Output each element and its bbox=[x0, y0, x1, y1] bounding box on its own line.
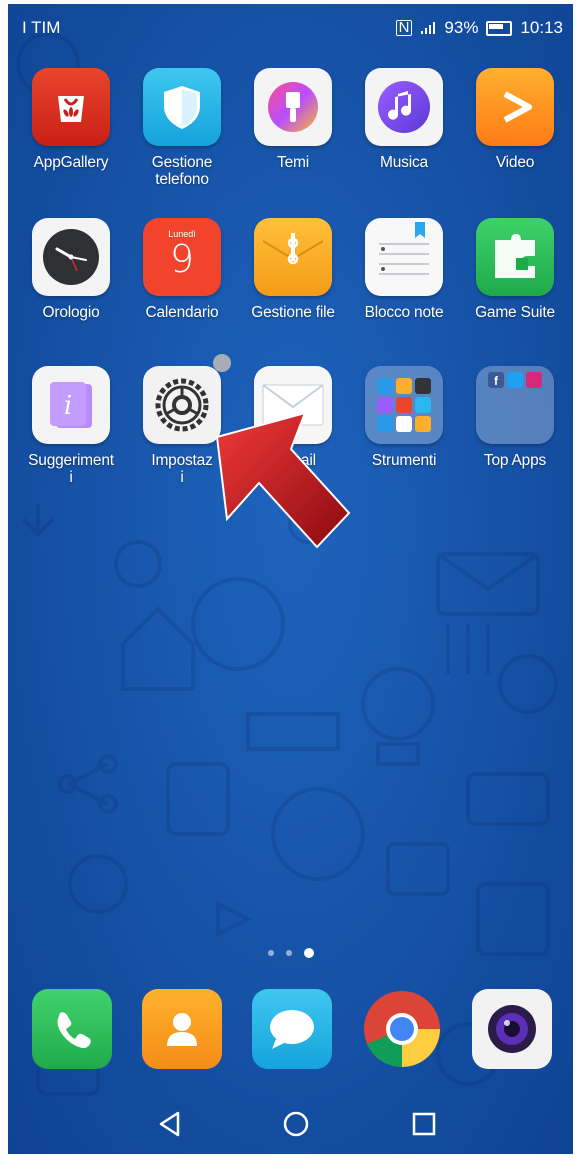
nfc-icon: N bbox=[395, 20, 413, 36]
home-icon bbox=[283, 1111, 309, 1137]
app-label: Gestione file bbox=[251, 304, 335, 321]
app-label: Game Suite bbox=[475, 304, 555, 321]
status-bar: I TIM N 93% 10:13 bbox=[8, 4, 573, 48]
battery-percent: 93% bbox=[444, 18, 479, 37]
app-suggerimenti[interactable]: i Suggeriment i bbox=[18, 366, 124, 486]
signal-icon bbox=[421, 22, 436, 34]
folder-top-apps[interactable]: f Top Apps bbox=[462, 366, 568, 469]
recents-icon bbox=[412, 1112, 436, 1136]
app-orologio[interactable]: Orologio bbox=[18, 218, 124, 321]
shield-icon bbox=[143, 68, 221, 146]
app-label: Top Apps bbox=[483, 452, 547, 469]
notepad-icon bbox=[365, 218, 443, 296]
app-calendario[interactable]: Lunedì 9 Calendario bbox=[129, 218, 235, 321]
calendar-icon: Lunedì 9 bbox=[143, 218, 221, 296]
messages-icon bbox=[270, 1010, 314, 1049]
folder-grid-icon bbox=[365, 366, 443, 444]
app-video[interactable]: Video bbox=[462, 68, 568, 171]
dock-camera[interactable] bbox=[472, 989, 552, 1069]
clock-icon bbox=[32, 218, 110, 296]
app-temi[interactable]: Temi bbox=[240, 68, 346, 171]
chrome-icon bbox=[364, 991, 440, 1068]
carrier-label: I TIM bbox=[22, 18, 61, 37]
play-icon bbox=[476, 68, 554, 146]
app-label: AppGallery bbox=[33, 154, 109, 171]
camera-icon bbox=[488, 1005, 536, 1053]
app-label: Strumenti bbox=[371, 452, 437, 469]
folder-icon bbox=[254, 218, 332, 296]
brush-icon bbox=[254, 68, 332, 146]
gear-icon bbox=[143, 354, 231, 444]
app-label: Musica bbox=[380, 154, 428, 171]
back-button[interactable] bbox=[152, 1106, 188, 1142]
app-label: Blocco note bbox=[364, 304, 444, 321]
dock-messages[interactable] bbox=[252, 989, 332, 1069]
app-appgallery[interactable]: AppGallery bbox=[18, 68, 124, 171]
phone-icon bbox=[57, 1012, 91, 1049]
puzzle-icon bbox=[476, 218, 554, 296]
app-label: Temi bbox=[277, 154, 309, 171]
app-blocco-note[interactable]: Blocco note bbox=[351, 218, 457, 321]
app-label: Video bbox=[495, 154, 535, 171]
pointer-arrow-annotation bbox=[215, 411, 351, 549]
home-screen: I TIM N 93% 10:13 AppGallery Gestione te… bbox=[8, 4, 573, 1154]
navigation-bar bbox=[8, 1092, 573, 1154]
page-dot[interactable] bbox=[285, 950, 292, 956]
page-indicator bbox=[8, 948, 573, 958]
app-game-suite[interactable]: Game Suite bbox=[462, 218, 568, 321]
recents-button[interactable] bbox=[406, 1106, 442, 1142]
clock-time: 10:13 bbox=[520, 18, 563, 37]
home-button[interactable] bbox=[278, 1106, 314, 1142]
app-label: Orologio bbox=[42, 304, 100, 321]
dock-chrome[interactable] bbox=[362, 989, 442, 1069]
svg-text:i: i bbox=[64, 391, 72, 421]
battery-icon bbox=[486, 20, 513, 36]
appgallery-icon bbox=[32, 68, 110, 146]
back-icon bbox=[159, 1111, 180, 1137]
app-label: Suggeriment i bbox=[28, 452, 114, 486]
app-gestione-telefono[interactable]: Gestione telefono bbox=[129, 68, 235, 188]
notification-dot bbox=[213, 354, 231, 372]
folder-strumenti[interactable]: Strumenti bbox=[351, 366, 457, 469]
contacts-icon bbox=[167, 1013, 197, 1046]
dock-contacts[interactable] bbox=[142, 989, 222, 1069]
info-icon: i bbox=[32, 366, 110, 444]
dock-phone[interactable] bbox=[32, 989, 112, 1069]
page-dot-active[interactable] bbox=[303, 948, 314, 958]
app-label: Gestione telefono bbox=[151, 154, 213, 188]
folder-grid-icon: f bbox=[476, 366, 554, 444]
app-gestione-file[interactable]: Gestione file bbox=[240, 218, 346, 321]
page-dot[interactable] bbox=[267, 950, 274, 956]
calendar-day-number: 9 bbox=[169, 237, 195, 281]
app-label: Calendario bbox=[145, 304, 219, 321]
app-musica[interactable]: Musica bbox=[351, 68, 457, 171]
music-note-icon bbox=[365, 68, 443, 146]
wallpaper-pattern bbox=[16, 32, 558, 1096]
status-indicators: N 93% 10:13 bbox=[395, 18, 563, 38]
